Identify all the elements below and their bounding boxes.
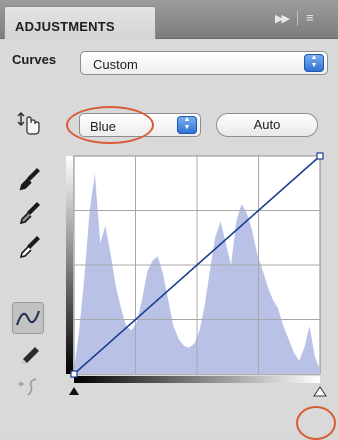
black-point-eyedropper-icon[interactable] <box>18 165 42 191</box>
curves-label: Curves <box>12 52 57 67</box>
white-point-eyedropper-icon[interactable] <box>18 233 42 259</box>
tab-strip-divider <box>297 11 298 26</box>
preset-select[interactable]: Custom ▲ ▼ <box>80 51 328 75</box>
pencil-draw-icon[interactable] <box>18 344 42 368</box>
collapse-panel-icon[interactable]: ▶▶ <box>275 12 290 25</box>
tab-adjustments[interactable]: ADJUSTMENTS <box>4 6 156 39</box>
channel-select[interactable]: Blue ▲ ▼ <box>79 113 201 137</box>
preset-select-stepper-icon[interactable]: ▲ ▼ <box>304 54 324 72</box>
tab-adjustments-label: ADJUSTMENTS <box>15 19 115 34</box>
black-point-slider-icon[interactable] <box>69 387 79 395</box>
channel-value: Blue <box>90 119 117 134</box>
preset-value: Custom <box>93 57 138 72</box>
curve-points-tool-button[interactable] <box>12 302 44 334</box>
panel-tab-strip: ADJUSTMENTS ▶▶ ≡ <box>0 0 338 39</box>
adjustments-panel: ADJUSTMENTS ▶▶ ≡ Curves Custom ▲ ▼ Blue … <box>0 0 338 440</box>
channel-select-stepper-icon[interactable]: ▲ ▼ <box>177 116 197 134</box>
on-image-adjust-icon[interactable] <box>16 110 42 136</box>
curve-points-icon <box>16 310 40 326</box>
panel-menu-icon[interactable]: ≡ <box>306 11 314 24</box>
curve-control-point[interactable] <box>316 152 324 160</box>
curve-control-point[interactable] <box>70 370 78 378</box>
input-gradient-bar <box>74 376 320 383</box>
curves-graph-area <box>60 150 336 412</box>
gray-point-eyedropper-icon[interactable] <box>18 199 42 225</box>
white-point-slider-icon[interactable] <box>313 386 327 397</box>
output-gradient-bar <box>66 156 73 374</box>
auto-button[interactable]: Auto <box>216 113 318 137</box>
curves-graph[interactable] <box>60 150 336 412</box>
smooth-curve-icon[interactable] <box>16 375 42 401</box>
